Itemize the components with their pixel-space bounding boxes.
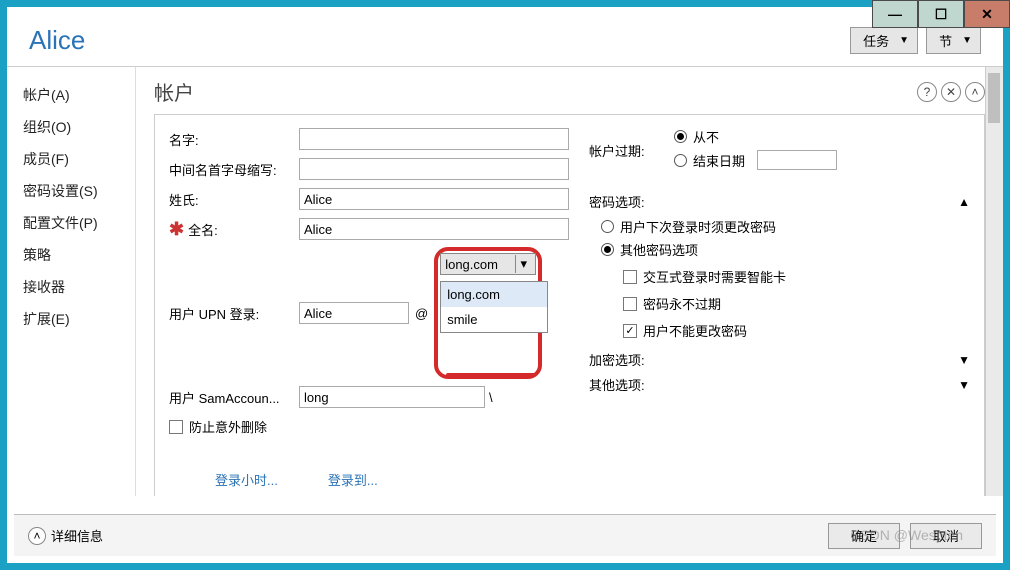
sidebar-item-account[interactable]: 帐户(A) <box>23 79 135 111</box>
chevron-up-icon[interactable]: ▲ <box>958 195 970 209</box>
account-section-header: 帐户 ? ✕ ˄ <box>154 77 985 106</box>
initials-label: 中间名首字母缩写: <box>169 160 299 179</box>
full-name-input[interactable] <box>299 218 569 240</box>
footer: ˄ 详细信息 确定 取消 <box>14 514 996 556</box>
prevent-delete-checkbox[interactable] <box>169 420 183 434</box>
prevent-delete-label: 防止意外删除 <box>189 417 267 436</box>
sidebar-item-org[interactable]: 组织(O) <box>23 111 135 143</box>
help-button[interactable]: ? <box>917 82 937 102</box>
scrollbar-thumb[interactable] <box>988 73 1000 123</box>
cannot-change-checkbox[interactable] <box>623 324 637 338</box>
logon-to-link[interactable]: 登录到... <box>328 470 378 489</box>
other-password-radio[interactable] <box>601 243 614 256</box>
smartcard-label: 交互式登录时需要智能卡 <box>643 267 786 286</box>
initials-input[interactable] <box>299 158 569 180</box>
sidebar-item-receiver[interactable]: 接收器 <box>23 271 135 303</box>
account-expiry-label: 帐户过期: <box>589 141 674 160</box>
page-title: Alice <box>29 25 842 56</box>
sam-input[interactable] <box>299 386 485 408</box>
scrollbar-vertical[interactable] <box>985 67 1003 496</box>
other-password-label: 其他密码选项 <box>620 240 698 259</box>
chevron-down-icon: ▼ <box>899 35 909 46</box>
expiry-enddate-label: 结束日期 <box>693 151 745 170</box>
chevron-down-icon[interactable]: ▼ <box>958 378 970 392</box>
upn-domain-selected: long.com <box>445 257 498 272</box>
annotation-underline <box>446 373 536 377</box>
chevron-down-icon[interactable]: ▼ <box>958 353 970 367</box>
sam-separator: \ <box>489 390 493 405</box>
ok-button[interactable]: 确定 <box>828 523 900 549</box>
password-options-label: 密码选项: <box>589 192 645 211</box>
header: Alice 任务 ▼ 节 ▼ <box>7 7 1003 66</box>
never-expires-checkbox[interactable] <box>623 297 637 311</box>
full-name-label: 全名: <box>188 220 218 239</box>
sidebar-item-member[interactable]: 成员(F) <box>23 143 135 175</box>
sam-label: 用户 SamAccoun... <box>169 388 299 407</box>
details-toggle[interactable]: ˄ 详细信息 <box>28 526 103 545</box>
maximize-button[interactable]: ☐ <box>918 0 964 28</box>
last-name-input[interactable] <box>299 188 569 210</box>
encryption-options-label: 加密选项: <box>589 350 645 369</box>
tasks-dropdown-label: 任务 <box>863 31 889 50</box>
section-close-button[interactable]: ✕ <box>941 82 961 102</box>
upn-label: 用户 UPN 登录: <box>169 304 299 323</box>
minimize-button[interactable]: — <box>872 0 918 28</box>
titlebar-controls: — ☐ ✕ <box>872 0 1010 28</box>
never-expires-label: 密码永不过期 <box>643 294 721 313</box>
must-change-radio[interactable] <box>601 220 614 233</box>
sidebar-item-policy[interactable]: 策略 <box>23 239 135 271</box>
chevron-down-icon: ▼ <box>962 35 972 46</box>
chevron-up-icon: ˄ <box>28 527 46 545</box>
first-name-label: 名字: <box>169 130 299 149</box>
upn-domain-dropdown: long.com smile <box>440 281 548 333</box>
cannot-change-label: 用户不能更改密码 <box>643 321 747 340</box>
expiry-enddate-radio[interactable] <box>674 154 687 167</box>
last-name-label: 姓氏: <box>169 190 299 209</box>
upn-user-input[interactable] <box>299 302 409 324</box>
section-collapse-button[interactable]: ˄ <box>965 82 985 102</box>
upn-domain-option[interactable]: long.com <box>441 282 547 307</box>
must-change-label: 用户下次登录时须更改密码 <box>620 217 776 236</box>
required-marker-icon: ✱ <box>169 219 184 240</box>
close-window-button[interactable]: ✕ <box>964 0 1010 28</box>
sections-dropdown-label: 节 <box>939 31 952 50</box>
upn-domain-option[interactable]: smile <box>441 307 547 332</box>
account-section-title: 帐户 <box>154 77 194 106</box>
logon-hours-link[interactable]: 登录小时... <box>215 470 278 489</box>
expiry-never-radio[interactable] <box>674 130 687 143</box>
expiry-never-label: 从不 <box>693 127 719 146</box>
details-label: 详细信息 <box>51 526 103 545</box>
tasks-dropdown[interactable]: 任务 ▼ <box>850 27 918 54</box>
sidebar: 帐户(A) 组织(O) 成员(F) 密码设置(S) 配置文件(P) 策略 接收器… <box>7 67 135 496</box>
at-symbol: @ <box>415 306 428 321</box>
upn-domain-select[interactable]: long.com ▾ <box>440 253 536 275</box>
sidebar-item-password[interactable]: 密码设置(S) <box>23 175 135 207</box>
chevron-down-icon[interactable]: ▾ <box>515 255 531 273</box>
other-options-label: 其他选项: <box>589 375 645 394</box>
upn-domain-highlight: long.com ▾ long.com smile <box>434 247 542 379</box>
cancel-button[interactable]: 取消 <box>910 523 982 549</box>
expiry-enddate-input[interactable] <box>757 150 837 170</box>
sections-dropdown[interactable]: 节 ▼ <box>926 27 981 54</box>
sidebar-item-extensions[interactable]: 扩展(E) <box>23 303 135 335</box>
first-name-input[interactable] <box>299 128 569 150</box>
smartcard-checkbox[interactable] <box>623 270 637 284</box>
sidebar-item-profile[interactable]: 配置文件(P) <box>23 207 135 239</box>
account-section-body: 名字: 中间名首字母缩写: 姓氏: <box>154 114 985 496</box>
